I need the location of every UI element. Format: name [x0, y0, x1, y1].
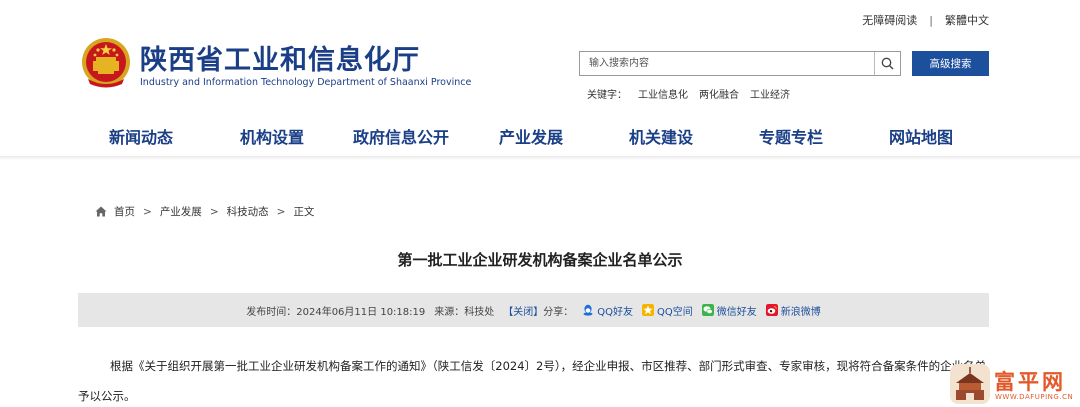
breadcrumb-industry[interactable]: 产业发展 [160, 204, 202, 219]
qq-icon [583, 304, 593, 316]
nav-item-news[interactable]: 新闻动态 [109, 124, 173, 148]
keyword-link[interactable]: 工业信息化 [638, 86, 688, 101]
accessible-reading-link[interactable]: 无障碍阅读 [862, 12, 917, 28]
share-qq-label: QQ好友 [597, 306, 633, 318]
search-icon [881, 57, 894, 70]
publish-time-label: 发布时间： [246, 306, 297, 318]
site-title[interactable]: 陕西省工业和信息化厅 [140, 38, 420, 77]
share-weibo-label: 新浪微博 [780, 306, 821, 318]
article-meta-bar: 发布时间： 2024年06月11日 10:18:19 来源： 科技处 【关闭】 … [78, 293, 989, 327]
breadcrumb-separator: > [143, 205, 152, 218]
advanced-search-button[interactable]: 高级搜索 [912, 51, 989, 76]
traditional-chinese-link[interactable]: 繁體中文 [945, 12, 989, 28]
breadcrumb-separator: > [209, 205, 219, 218]
tower-logo-icon [950, 364, 990, 404]
nav-item-party-building[interactable]: 机关建设 [629, 124, 693, 148]
wechat-icon [701, 304, 714, 316]
watermark-url: WWW.DAFUPING.CN [995, 393, 1074, 401]
breadcrumb-current: 正文 [293, 206, 315, 218]
source: 科技处 [464, 306, 495, 318]
main-nav: 新闻动态 机构设置 政府信息公开 产业发展 机关建设 专题专栏 网站地图 [78, 124, 989, 150]
article-body: 根据《关于组织开展第一批工业企业研发机构备案工作的通知》（陕工信发〔2024〕2… [78, 359, 987, 403]
breadcrumb: 首页 > 产业发展 > 科技动态 > 正文 [95, 204, 314, 219]
share-qzone-button[interactable]: QQ空间 [642, 303, 693, 318]
search-box [579, 51, 901, 76]
source-label: 来源： [434, 306, 465, 318]
share-weibo-button[interactable]: 新浪微博 [765, 303, 821, 318]
watermark-text: 富平网 [994, 370, 1066, 394]
watermark: 富平网 WWW.DAFUPING.CN [948, 362, 1080, 407]
top-links: 无障碍阅读 | 繁體中文 [862, 12, 989, 28]
keywords: 关键字： 工业信息化 两化融合 工业经济 [587, 86, 790, 101]
site-header: 无障碍阅读 | 繁體中文 陕西省工业和信息化厅 Industry and Inf… [0, 0, 1080, 158]
share-wechat-label: 微信好友 [716, 306, 757, 318]
breadcrumb-home[interactable]: 首页 [114, 204, 135, 219]
nav-item-special-topics[interactable]: 专题专栏 [759, 124, 823, 148]
weibo-icon [765, 304, 778, 316]
search-input[interactable] [580, 52, 874, 75]
close-link[interactable]: 【关闭】 [503, 303, 543, 318]
breadcrumb-separator: > [276, 205, 286, 218]
share-label: 分享： [543, 306, 574, 318]
breadcrumb-tech-news[interactable]: 科技动态 [227, 204, 269, 219]
keywords-label: 关键字： [587, 90, 627, 101]
national-emblem-icon[interactable] [78, 35, 134, 91]
nav-item-industry[interactable]: 产业发展 [499, 124, 563, 148]
nav-item-organization[interactable]: 机构设置 [240, 124, 304, 148]
article-title: 第一批工业企业研发机构备案企业名单公示 [397, 251, 683, 269]
nav-item-sitemap[interactable]: 网站地图 [889, 124, 953, 148]
publish-time: 2024年06月11日 10:18:19 [296, 306, 426, 318]
search-button[interactable] [874, 52, 900, 75]
top-links-separator: | [929, 13, 933, 27]
qzone-icon [642, 304, 654, 316]
share-wechat-button[interactable]: 微信好友 [701, 303, 757, 318]
keyword-link[interactable]: 工业经济 [750, 86, 790, 101]
share-qzone-label: QQ空间 [657, 306, 693, 318]
header-shadow [0, 156, 1080, 160]
home-icon [95, 206, 107, 217]
keyword-link[interactable]: 两化融合 [699, 86, 739, 101]
share-qq-button[interactable]: QQ好友 [582, 303, 633, 318]
site-subtitle: Industry and Information Technology Depa… [140, 77, 472, 88]
nav-item-gov-info[interactable]: 政府信息公开 [353, 124, 449, 148]
